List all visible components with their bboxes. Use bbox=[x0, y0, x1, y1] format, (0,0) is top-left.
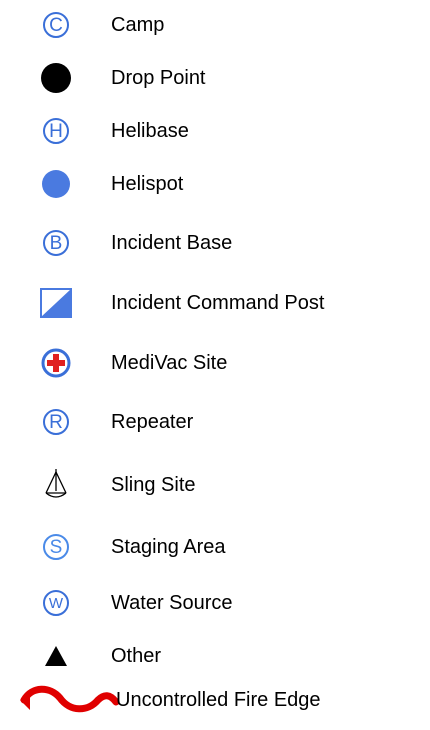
helispot-icon bbox=[34, 164, 78, 204]
legend-label: Drop Point bbox=[111, 67, 206, 89]
legend-label: Repeater bbox=[111, 411, 194, 433]
legend-label: Incident Command Post bbox=[111, 292, 325, 314]
map-legend: C Camp Drop Point H Helibase Helispot B … bbox=[0, 0, 430, 730]
legend-item-camp: C Camp bbox=[0, 5, 430, 45]
legend-label: Uncontrolled Fire Edge bbox=[116, 689, 321, 711]
incident-command-post-icon bbox=[34, 283, 78, 323]
repeater-icon: R bbox=[34, 402, 78, 442]
uncontrolled-fire-edge-icon bbox=[20, 685, 120, 713]
legend-item-other: Other bbox=[0, 636, 430, 676]
drop-point-icon bbox=[34, 58, 78, 98]
legend-item-staging-area: S Staging Area bbox=[0, 527, 430, 567]
sling-site-icon bbox=[34, 465, 78, 505]
camp-icon: C bbox=[34, 5, 78, 45]
legend-item-repeater: R Repeater bbox=[0, 402, 430, 442]
legend-item-helispot: Helispot bbox=[0, 164, 430, 204]
legend-item-sling-site: Sling Site bbox=[0, 465, 430, 505]
legend-item-drop-point: Drop Point bbox=[0, 58, 430, 98]
other-triangle-icon bbox=[34, 636, 78, 676]
legend-label: Helispot bbox=[111, 173, 184, 195]
legend-item-helibase: H Helibase bbox=[0, 111, 430, 151]
legend-label: Staging Area bbox=[111, 536, 226, 558]
water-source-icon: W bbox=[34, 583, 78, 623]
legend-item-uncontrolled-fire-edge: Uncontrolled Fire Edge bbox=[0, 680, 430, 720]
legend-item-water-source: W Water Source bbox=[0, 583, 430, 623]
legend-label: Water Source bbox=[111, 592, 233, 614]
legend-item-medivac-site: MediVac Site bbox=[0, 343, 430, 383]
helibase-icon: H bbox=[34, 111, 78, 151]
legend-label: MediVac Site bbox=[111, 352, 228, 374]
legend-label: Sling Site bbox=[111, 474, 196, 496]
legend-label: Incident Base bbox=[111, 232, 233, 254]
legend-label: Camp bbox=[111, 14, 165, 36]
medivac-site-icon bbox=[34, 343, 78, 383]
legend-label: Helibase bbox=[111, 120, 189, 142]
legend-item-incident-base: B Incident Base bbox=[0, 223, 430, 263]
staging-area-icon: S bbox=[34, 527, 78, 567]
legend-label: Other bbox=[111, 645, 162, 667]
legend-item-incident-command-post: Incident Command Post bbox=[0, 283, 430, 323]
incident-base-icon: B bbox=[34, 223, 78, 263]
